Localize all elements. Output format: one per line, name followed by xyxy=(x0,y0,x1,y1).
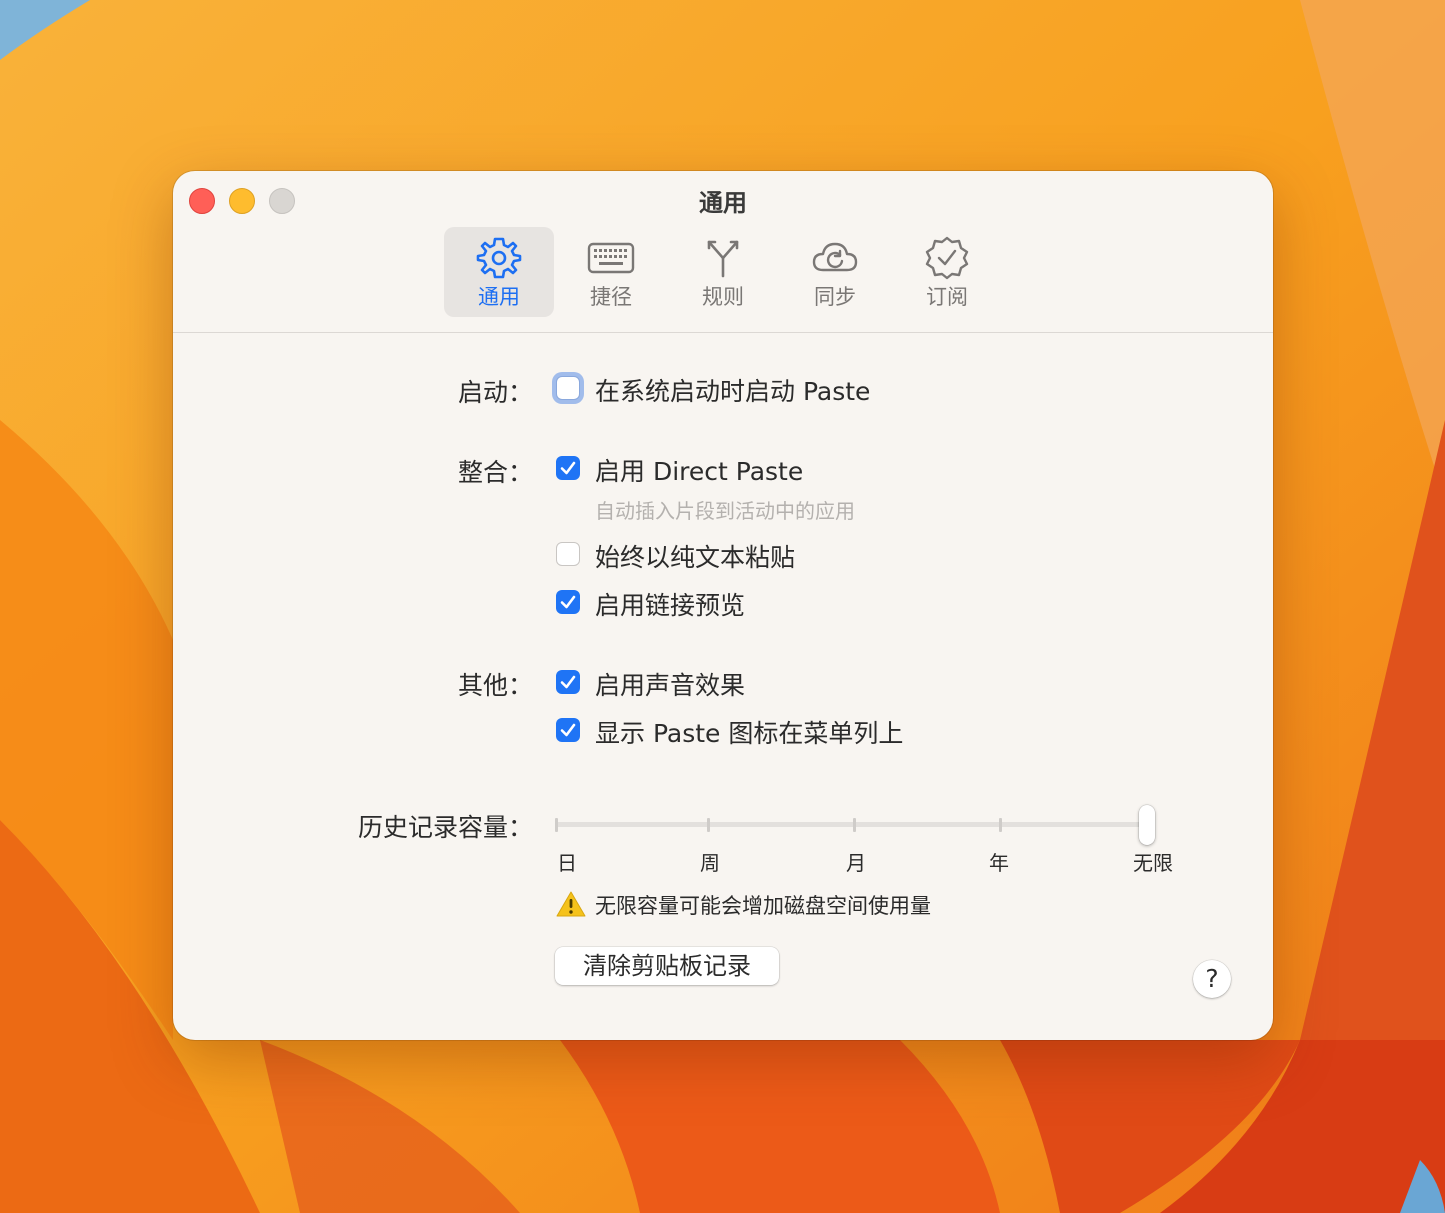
slider-thumb[interactable] xyxy=(1139,805,1155,845)
preferences-window: 通用 通用 捷径 规则 同步 订阅 启动： 在系统启动时启动 Paste 整合：… xyxy=(173,171,1273,1040)
tab-subscription[interactable]: 订阅 xyxy=(892,227,1002,317)
keyboard-icon xyxy=(587,242,635,274)
slider-tick xyxy=(555,818,558,832)
verified-badge-icon xyxy=(925,236,969,280)
launch-at-login-label: 在系统启动时启动 Paste xyxy=(595,377,871,406)
slider-tick xyxy=(999,818,1002,832)
cloud-sync-icon xyxy=(812,242,858,272)
direct-paste-description: 自动插入片段到活动中的应用 xyxy=(595,499,855,523)
tick-label-year: 年 xyxy=(989,851,1009,875)
tab-sync-label: 同步 xyxy=(814,285,856,309)
other-section-label: 其他： xyxy=(457,671,533,700)
direct-paste-checkbox[interactable] xyxy=(556,456,580,480)
checkmark-icon xyxy=(560,595,576,609)
sound-effects-label: 启用声音效果 xyxy=(595,671,746,700)
checkmark-icon xyxy=(560,461,576,475)
link-preview-label: 启用链接预览 xyxy=(595,591,746,620)
toolbar-divider xyxy=(173,332,1273,333)
tick-label-month: 月 xyxy=(846,851,866,875)
checkmark-icon xyxy=(560,723,576,737)
tick-label-unlimited: 无限 xyxy=(1133,851,1173,875)
capacity-warning-text: 无限容量可能会增加磁盘空间使用量 xyxy=(595,894,931,918)
gear-icon xyxy=(476,237,522,279)
tab-shortcuts-label: 捷径 xyxy=(590,285,632,309)
help-button[interactable]: ? xyxy=(1193,960,1231,998)
menu-bar-icon-label: 显示 Paste 图标在菜单列上 xyxy=(595,719,904,748)
tab-rules[interactable]: 规则 xyxy=(668,227,778,317)
fork-icon xyxy=(707,240,739,278)
history-capacity-label: 历史记录容量： xyxy=(357,813,533,842)
tab-subscription-label: 订阅 xyxy=(926,285,968,309)
tick-label-day: 日 xyxy=(557,851,577,875)
clear-history-button[interactable]: 清除剪贴板记录 xyxy=(555,947,779,985)
link-preview-checkbox[interactable] xyxy=(556,590,580,614)
launch-at-login-checkbox[interactable] xyxy=(556,376,580,400)
tick-label-week: 周 xyxy=(700,851,720,875)
plain-text-checkbox[interactable] xyxy=(556,542,580,566)
window-title: 通用 xyxy=(699,189,747,217)
tab-sync[interactable]: 同步 xyxy=(780,227,890,317)
tab-general[interactable]: 通用 xyxy=(444,227,554,317)
tab-general-label: 通用 xyxy=(478,285,520,309)
plain-text-label: 始终以纯文本粘贴 xyxy=(595,543,796,572)
checkmark-icon xyxy=(560,675,576,689)
integration-section-label: 整合： xyxy=(457,458,533,487)
menu-bar-icon-checkbox[interactable] xyxy=(556,718,580,742)
slider-tick xyxy=(853,818,856,832)
startup-section-label: 启动： xyxy=(457,378,533,407)
history-capacity-slider[interactable] xyxy=(555,822,1149,827)
tab-shortcuts[interactable]: 捷径 xyxy=(556,227,666,317)
direct-paste-label: 启用 Direct Paste xyxy=(595,457,804,486)
warning-icon xyxy=(556,891,586,917)
sound-effects-checkbox[interactable] xyxy=(556,670,580,694)
tab-rules-label: 规则 xyxy=(702,285,744,309)
slider-tick xyxy=(707,818,710,832)
